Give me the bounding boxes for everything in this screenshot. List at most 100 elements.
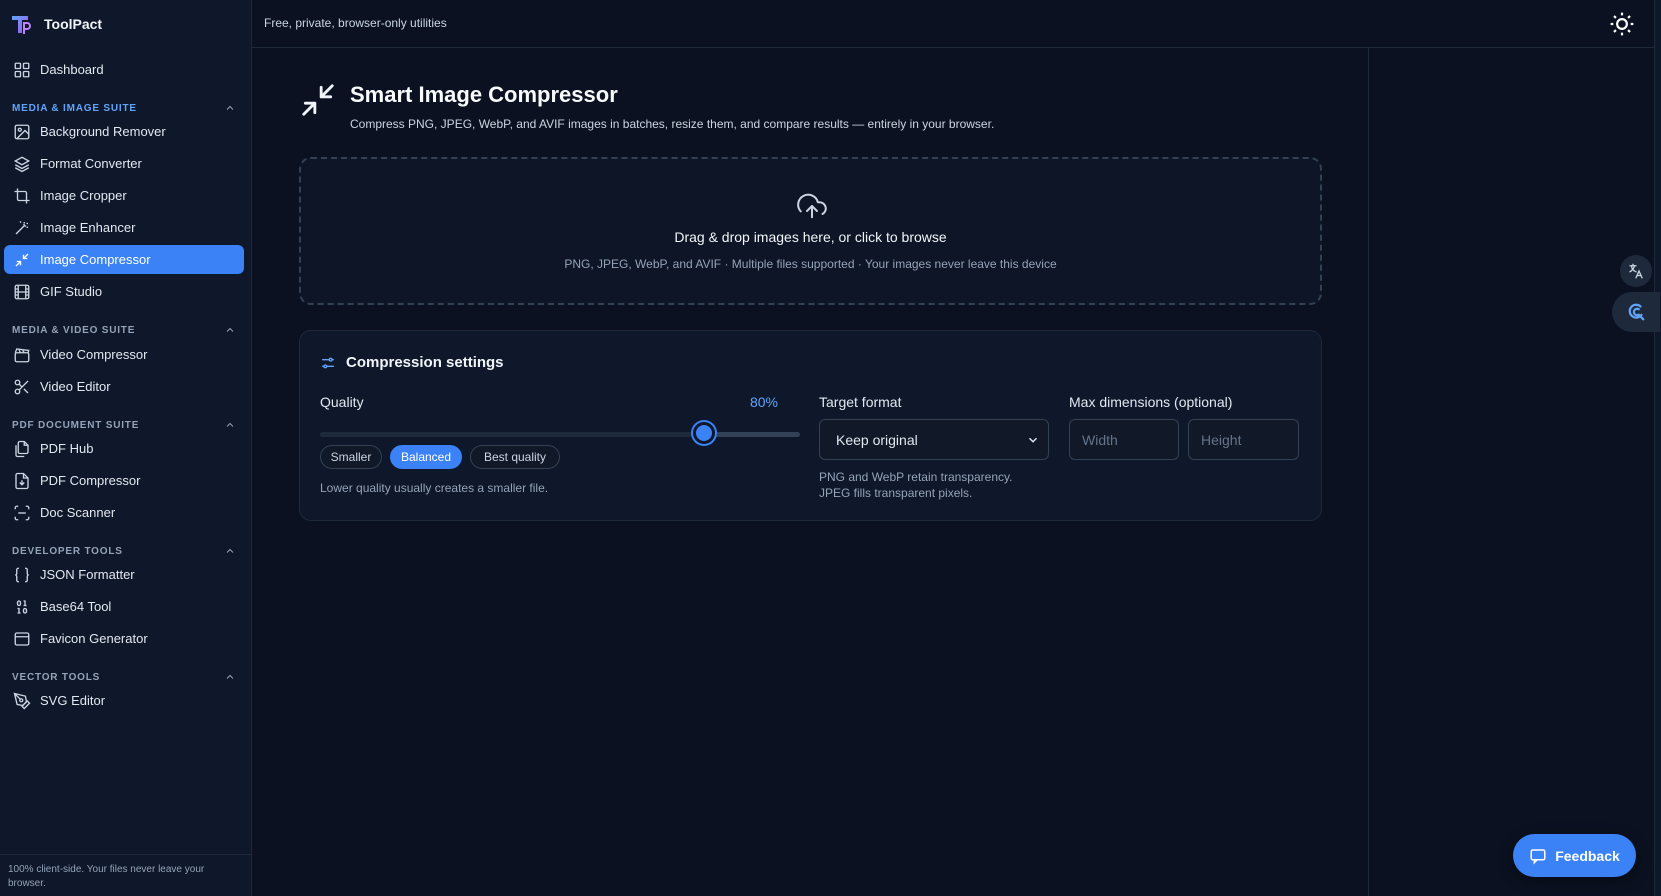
dropzone-title: Drag & drop images here, or click to bro…: [674, 229, 947, 245]
section-pdf[interactable]: PDF DOCUMENT SUITE: [12, 416, 236, 434]
scissors-icon: [13, 378, 31, 396]
film-icon: [13, 283, 31, 301]
sidebar: ToolPact Dashboard MEDIA & IMAGE SUITE B…: [0, 0, 252, 896]
sidebar-item-label: PDF Compressor: [40, 473, 141, 488]
sidebar-item-label: Format Converter: [40, 156, 142, 171]
sliders-icon: [320, 355, 336, 371]
crop-icon: [13, 187, 31, 205]
sidebar-item-pdf-hub[interactable]: PDF Hub: [4, 434, 244, 463]
topbar: Free, private, browser-only utilities: [252, 0, 1654, 48]
target-format-label: Target format: [819, 394, 902, 410]
sidebar-item-dashboard[interactable]: Dashboard: [4, 55, 244, 84]
tagline: Free, private, browser-only utilities: [264, 16, 447, 30]
chat-icon: [1529, 847, 1547, 865]
sidebar-item-label: Video Editor: [40, 379, 111, 394]
dropzone-subtitle: PNG, JPEG, WebP, and AVIF · Multiple fil…: [564, 257, 1057, 271]
page-subtitle: Compress PNG, JPEG, WebP, and AVIF image…: [350, 117, 995, 131]
sidebar-item-label: Image Cropper: [40, 188, 127, 203]
section-title: DEVELOPER TOOLS: [12, 545, 123, 557]
preset-best-quality-button[interactable]: Best quality: [470, 445, 560, 469]
preset-smaller-button[interactable]: Smaller: [320, 445, 382, 469]
layers-icon: [13, 155, 31, 173]
target-format-select[interactable]: Keep original: [819, 419, 1049, 460]
sidebar-item-gif-studio[interactable]: GIF Studio: [4, 277, 244, 306]
settings-title: Compression settings: [346, 354, 504, 371]
sidebar-item-label: JSON Formatter: [40, 567, 135, 582]
sidebar-item-label: Image Compressor: [40, 252, 151, 267]
format-hint: PNG and WebP retain transparency. JPEG f…: [819, 469, 1012, 501]
translate-icon: [1627, 262, 1645, 280]
panel-divider: [1368, 48, 1369, 896]
image-dropzone[interactable]: Drag & drop images here, or click to bro…: [299, 157, 1322, 305]
section-media-video[interactable]: MEDIA & VIDEO SUITE: [12, 321, 236, 339]
pen-tool-icon: [13, 692, 31, 710]
chevron-up-icon: [224, 545, 236, 557]
chevron-up-icon: [224, 324, 236, 336]
quality-slider-track[interactable]: [320, 432, 800, 437]
sidebar-item-label: Doc Scanner: [40, 505, 116, 520]
scan-icon: [13, 504, 31, 522]
sidebar-item-label: PDF Hub: [40, 441, 94, 456]
target-format-value: Keep original: [836, 431, 918, 448]
quality-label: Quality: [320, 394, 364, 410]
sidebar-item-video-compressor[interactable]: Video Compressor: [4, 340, 244, 369]
sidebar-item-image-compressor[interactable]: Image Compressor: [4, 245, 244, 274]
binary-icon: [13, 598, 31, 616]
sidebar-item-json-formatter[interactable]: JSON Formatter: [4, 560, 244, 589]
sidebar-item-label: Favicon Generator: [40, 631, 148, 646]
sidebar-item-label: Dashboard: [40, 62, 104, 77]
section-vector[interactable]: VECTOR TOOLS: [12, 668, 236, 686]
cloud-upload-icon: [797, 191, 827, 221]
compression-settings-card: Compression settings Quality 80% Smaller…: [299, 330, 1322, 521]
quality-slider-thumb[interactable]: [693, 422, 715, 444]
sidebar-item-label: SVG Editor: [40, 693, 106, 708]
chevron-up-icon: [224, 671, 236, 683]
page-title: Smart Image Compressor: [350, 82, 618, 107]
sidebar-item-label: Background Remover: [40, 124, 166, 139]
toolpact-logo-icon: [10, 12, 34, 36]
max-dimensions-label: Max dimensions (optional): [1069, 394, 1233, 410]
section-title: PDF DOCUMENT SUITE: [12, 419, 140, 431]
sidebar-item-favicon-generator[interactable]: Favicon Generator: [4, 624, 244, 653]
app-name: ToolPact: [44, 16, 103, 32]
sidebar-footer: 100% client-side. Your files never leave…: [0, 854, 252, 896]
sidebar-item-pdf-compressor[interactable]: PDF Compressor: [4, 466, 244, 495]
feedback-label: Feedback: [1555, 847, 1620, 864]
theme-toggle-button[interactable]: [1606, 8, 1638, 40]
section-media-image[interactable]: MEDIA & IMAGE SUITE: [12, 99, 236, 117]
format-hint-line: PNG and WebP retain transparency.: [819, 470, 1013, 484]
brand[interactable]: ToolPact: [10, 12, 102, 36]
section-title: MEDIA & VIDEO SUITE: [12, 324, 136, 336]
feedback-button[interactable]: Feedback: [1513, 834, 1636, 877]
browser-icon: [13, 630, 31, 648]
sidebar-item-doc-scanner[interactable]: Doc Scanner: [4, 498, 244, 527]
braces-icon: [13, 566, 31, 584]
sidebar-item-label: Image Enhancer: [40, 220, 136, 235]
sidebar-item-label: Video Compressor: [40, 347, 148, 362]
translate-button[interactable]: [1620, 255, 1652, 287]
clapperboard-icon: [13, 346, 31, 364]
width-input[interactable]: [1069, 419, 1179, 460]
sidebar-item-label: GIF Studio: [40, 284, 103, 299]
sidebar-item-svg-editor[interactable]: SVG Editor: [4, 686, 244, 715]
window-scrollbar[interactable]: [1654, 0, 1661, 896]
preset-balanced-button[interactable]: Balanced: [390, 445, 462, 469]
chevron-up-icon: [224, 102, 236, 114]
quality-slider-fill: [320, 432, 704, 437]
compress-icon: [13, 251, 31, 269]
sidebar-item-base64-tool[interactable]: Base64 Tool: [4, 592, 244, 621]
sidebar-item-format-converter[interactable]: Format Converter: [4, 149, 244, 178]
magic-wand-icon: [13, 219, 31, 237]
section-developer[interactable]: DEVELOPER TOOLS: [12, 542, 236, 560]
quality-value: 80%: [749, 394, 778, 410]
assistant-icon: [1625, 301, 1647, 323]
sidebar-item-image-enhancer[interactable]: Image Enhancer: [4, 213, 244, 242]
height-input[interactable]: [1188, 419, 1299, 460]
assistant-button[interactable]: [1612, 292, 1660, 332]
compress-arrows-icon: [299, 81, 337, 119]
sidebar-item-background-remover[interactable]: Background Remover: [4, 117, 244, 146]
sidebar-item-image-cropper[interactable]: Image Cropper: [4, 181, 244, 210]
chevron-up-icon: [224, 419, 236, 431]
file-download-icon: [13, 472, 31, 490]
sidebar-item-video-editor[interactable]: Video Editor: [4, 372, 244, 401]
